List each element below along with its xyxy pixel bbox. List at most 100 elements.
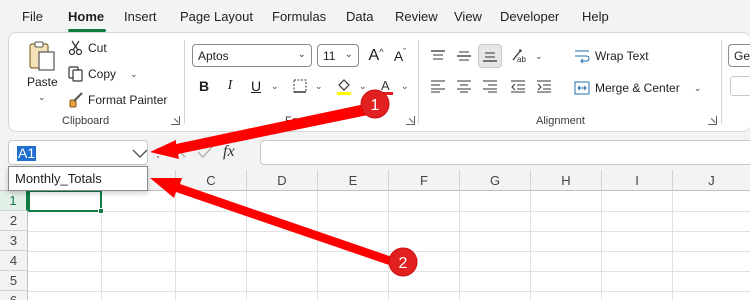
format-painter-button[interactable]: Format Painter: [68, 92, 167, 108]
wrap-text-button[interactable]: Wrap Text: [574, 48, 649, 64]
merge-center-dropdown-chevron-icon[interactable]: ⌄: [694, 83, 702, 94]
menu-data[interactable]: Data: [346, 9, 373, 24]
menu-formulas[interactable]: Formulas: [272, 9, 326, 24]
gridline: [601, 191, 602, 300]
more-options-icon: [157, 148, 159, 158]
paste-icon: [29, 41, 55, 71]
paintbrush-icon: [69, 92, 83, 108]
menu-insert[interactable]: Insert: [124, 9, 157, 24]
row-header[interactable]: 6: [0, 291, 28, 300]
column-header[interactable]: C: [176, 170, 247, 191]
named-range-item[interactable]: Monthly_Totals: [15, 171, 102, 186]
align-bottom-icon: [483, 52, 497, 62]
column-header[interactable]: D: [247, 170, 318, 191]
menu-bar: File Home Insert Page Layout Formulas Da…: [0, 0, 750, 32]
font-color-dropdown-chevron-icon[interactable]: ⌄: [401, 81, 409, 92]
menu-developer[interactable]: Developer: [500, 9, 559, 24]
active-cell-a1[interactable]: [28, 190, 102, 212]
menu-review[interactable]: Review: [395, 9, 438, 24]
top-align-button[interactable]: [426, 44, 450, 68]
column-header[interactable]: I: [602, 170, 673, 191]
align-left-icon: [431, 80, 445, 93]
row-header[interactable]: 5: [0, 271, 28, 291]
menu-page-layout[interactable]: Page Layout: [180, 9, 253, 24]
number-format-select[interactable]: Ger: [728, 44, 750, 67]
menu-help[interactable]: Help: [582, 9, 609, 24]
borders-dropdown-chevron-icon[interactable]: ⌄: [315, 81, 323, 92]
copy-button[interactable]: Copy ⌄: [68, 66, 138, 82]
clipboard-group-label: Clipboard: [62, 115, 110, 127]
font-size-value: 11: [323, 48, 336, 63]
fill-color-dropdown-chevron-icon[interactable]: ⌄: [359, 81, 367, 92]
row-header[interactable]: 3: [0, 231, 28, 251]
number-format-value: Ger: [734, 48, 750, 63]
column-header[interactable]: F: [389, 170, 460, 191]
formula-input[interactable]: [260, 140, 750, 165]
middle-align-button[interactable]: [452, 44, 476, 68]
increase-indent-button[interactable]: [532, 74, 556, 98]
borders-button[interactable]: [288, 74, 312, 98]
merge-center-button[interactable]: Merge & Center ⌄: [574, 80, 701, 96]
column-header[interactable]: E: [318, 170, 389, 191]
font-color-button[interactable]: A: [374, 74, 398, 98]
merge-center-label: Merge & Center: [595, 81, 680, 95]
align-middle-icon: [457, 51, 471, 61]
align-center-button[interactable]: [452, 74, 476, 98]
paste-dropdown-chevron-icon[interactable]: ⌄: [38, 92, 46, 103]
increase-font-size-button[interactable]: A ^: [364, 44, 388, 68]
clipboard-dialog-launcher-icon[interactable]: [171, 116, 180, 125]
gridline: [459, 191, 460, 300]
row-header[interactable]: 1: [0, 191, 28, 211]
group-separator: [721, 40, 722, 124]
alignment-dialog-launcher-icon[interactable]: [708, 116, 717, 125]
row-header[interactable]: 4: [0, 251, 28, 271]
menu-home[interactable]: Home: [68, 9, 104, 24]
font-color-icon: A: [379, 78, 393, 95]
font-name-select[interactable]: Aptos ⌄: [192, 44, 312, 67]
copy-dropdown-chevron-icon[interactable]: ⌄: [130, 69, 138, 80]
gridline: [28, 211, 750, 212]
chevron-down-icon: ⌄: [297, 49, 306, 60]
underline-icon: U: [250, 78, 262, 94]
enter-checkmark-icon[interactable]: [197, 145, 213, 159]
orientation-button[interactable]: ab: [508, 44, 532, 68]
fill-color-button[interactable]: [332, 74, 356, 98]
chevron-down-icon[interactable]: [131, 147, 149, 159]
insert-function-fx-icon[interactable]: fx: [223, 143, 235, 161]
bold-button[interactable]: B: [192, 74, 216, 98]
decrease-indent-button[interactable]: [506, 74, 530, 98]
underline-dropdown-chevron-icon[interactable]: ⌄: [271, 81, 279, 92]
align-top-icon: [431, 50, 445, 60]
decrease-font-size-button[interactable]: Aˇ: [388, 44, 412, 68]
bottom-align-button[interactable]: [478, 44, 502, 68]
align-right-button[interactable]: [478, 74, 502, 98]
fill-handle[interactable]: [98, 208, 104, 214]
cut-label: Cut: [88, 41, 107, 55]
cut-button[interactable]: Cut: [68, 40, 107, 56]
wrap-text-icon: [575, 50, 590, 64]
gridline: [530, 191, 531, 300]
menu-file[interactable]: File: [22, 9, 43, 24]
underline-button[interactable]: U: [244, 74, 268, 98]
column-header[interactable]: G: [460, 170, 531, 191]
alignment-group-label: Alignment: [536, 115, 585, 127]
row-header[interactable]: 2: [0, 211, 28, 231]
italic-button[interactable]: I: [218, 74, 242, 98]
accounting-format-button[interactable]: [730, 76, 750, 96]
borders-icon: [293, 79, 307, 93]
name-box[interactable]: A1: [8, 140, 148, 165]
name-box-value: A1: [17, 145, 37, 161]
font-size-select[interactable]: 11 ⌄: [317, 44, 359, 67]
font-dialog-launcher-icon[interactable]: [406, 116, 415, 125]
format-painter-label: Format Painter: [88, 93, 168, 107]
column-header[interactable]: H: [531, 170, 602, 191]
chevron-down-icon: ⌄: [344, 49, 353, 60]
align-left-button[interactable]: [426, 74, 450, 98]
svg-text:ab: ab: [517, 55, 526, 64]
column-header[interactable]: J: [673, 170, 750, 191]
decrease-indent-icon: [511, 80, 525, 93]
menu-view[interactable]: View: [454, 9, 482, 24]
cancel-x-icon[interactable]: [173, 145, 187, 159]
orientation-dropdown-chevron-icon[interactable]: ⌄: [535, 51, 543, 62]
copy-label: Copy: [88, 67, 117, 81]
